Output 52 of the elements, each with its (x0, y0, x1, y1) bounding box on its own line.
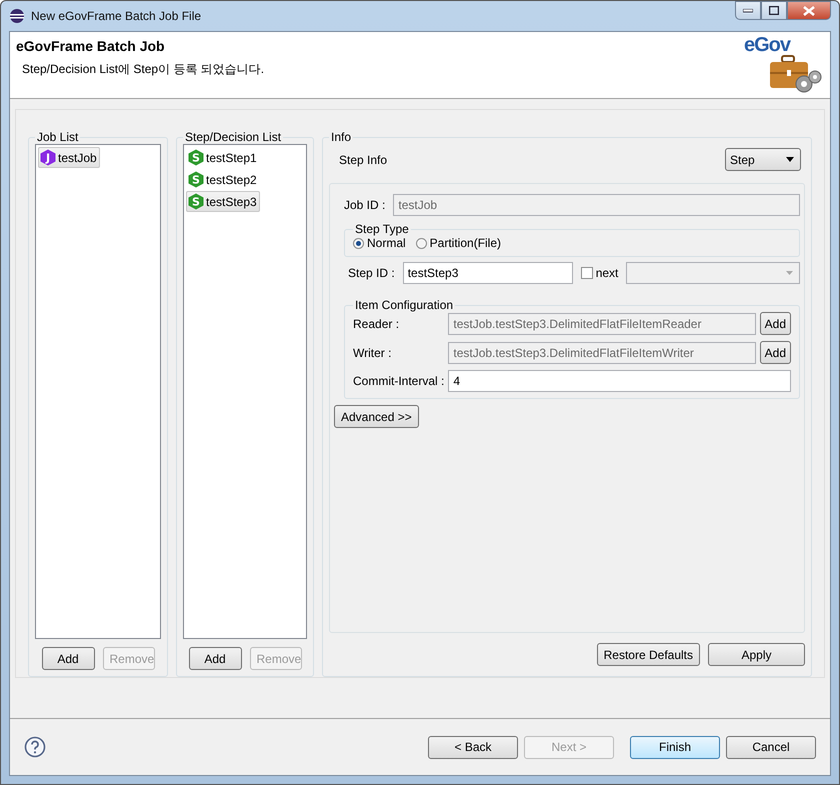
briefcase-icon (769, 54, 823, 94)
add-button[interactable]: Add (188, 647, 242, 670)
status-message: Step/Decision List에 Step이 등록 되었습니다. (22, 61, 266, 78)
app-icon (9, 8, 25, 24)
minimize-icon (743, 8, 753, 12)
add-button[interactable]: Add (760, 312, 791, 335)
group-label: Step Type (355, 222, 409, 236)
step-icon: S (188, 149, 204, 166)
maximize-icon (769, 6, 779, 15)
caret-icon (786, 271, 793, 275)
input-field[interactable]: testJob.testStep3.DelimitedFlatFileItemReader (448, 312, 756, 334)
page-title: eGovFrame Batch Job (16, 38, 166, 54)
group-label: Job List (37, 130, 78, 144)
type-dropdown[interactable]: Step (725, 148, 801, 171)
field-label: Commit-Interval : (353, 374, 444, 388)
step-icon: S (188, 171, 204, 188)
group-label: Step/Decision List (185, 130, 282, 144)
apply-button[interactable]: Apply (708, 643, 805, 666)
checkbox[interactable]: next (580, 266, 618, 280)
window-title: New eGovFrame Batch Job File (31, 9, 202, 23)
input-field[interactable]: testStep3 (402, 262, 573, 284)
advanced-button[interactable]: Advanced >> (334, 405, 419, 428)
logo-text: eGov (744, 34, 790, 57)
finish-button[interactable]: Finish (630, 736, 720, 758)
help-icon[interactable] (24, 736, 46, 758)
radio-button[interactable]: Partition(File) (416, 236, 502, 250)
group-label: Info (331, 130, 352, 144)
field-label: Step ID : (348, 266, 395, 280)
caret-icon (786, 157, 794, 162)
back-button[interactable]: < Back (428, 736, 518, 758)
list-item[interactable]: J testJob (38, 147, 100, 168)
close-button[interactable] (787, 1, 831, 20)
maximize-button[interactable] (761, 1, 787, 20)
add-button[interactable]: Add (42, 647, 94, 670)
close-icon (803, 6, 815, 16)
job-icon: J (40, 149, 56, 166)
input-field[interactable]: 4 (448, 370, 791, 392)
add-button[interactable]: Add (760, 341, 791, 364)
radio-button[interactable]: Normal (353, 236, 406, 250)
section-label: Step Info (339, 152, 388, 166)
field-label: Writer : (353, 346, 392, 360)
restore-defaults-button[interactable]: Restore Defaults (596, 643, 700, 666)
minimize-button[interactable] (735, 1, 761, 20)
field-label: Job ID : (344, 198, 386, 212)
step-icon: S (188, 193, 204, 210)
group-label: Item Configuration (355, 298, 454, 312)
list-item[interactable]: S testStep3 (186, 191, 260, 212)
field-label: Reader : (353, 316, 400, 330)
cancel-button[interactable]: Cancel (726, 736, 816, 758)
list-item[interactable]: S testStep2 (186, 169, 260, 190)
list-item[interactable]: S testStep1 (186, 147, 260, 168)
input-field[interactable]: testJob.testStep3.DelimitedFlatFileItemWriter (448, 342, 756, 364)
